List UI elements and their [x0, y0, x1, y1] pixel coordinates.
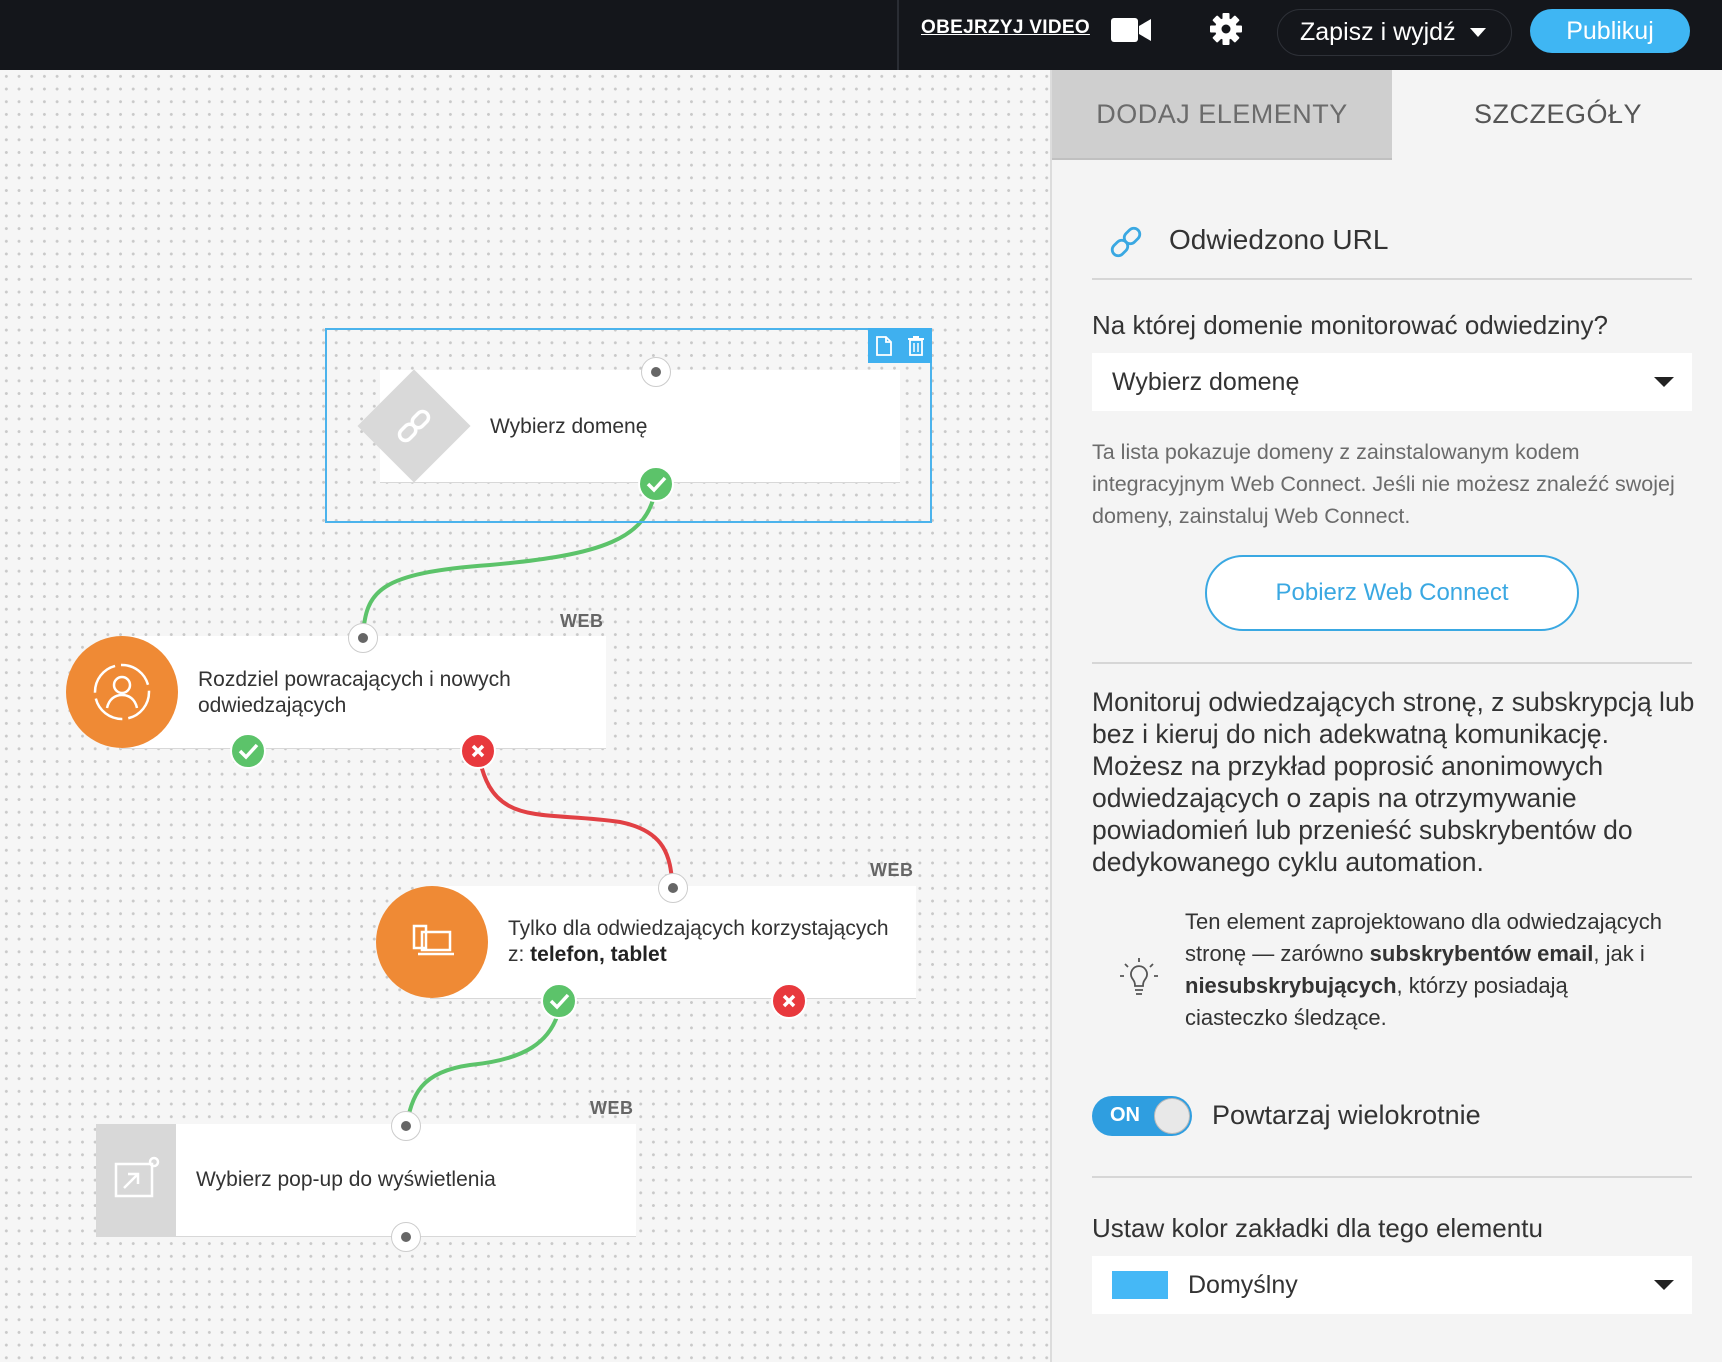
divider: [1092, 1176, 1692, 1178]
node-label-devices: telefon, tablet: [530, 943, 667, 966]
repeat-label: Powtarzaj wielokrotnie: [1212, 1100, 1481, 1130]
color-swatch: [1112, 1271, 1168, 1299]
lightbulb-icon: [1120, 958, 1158, 995]
domain-select[interactable]: Wybierz domenę: [1092, 353, 1692, 411]
domain-hint: Ta lista pokazuje domeny z zainstalowany…: [1092, 440, 1675, 528]
details-panel: DODAJ ELEMENTY SZCZEGÓŁY Odwiedzono URL …: [1050, 70, 1722, 1362]
node-label: Tylko dla odwiedzających korzystających …: [508, 916, 908, 968]
node-label: Wybierz domenę: [490, 415, 648, 438]
devices-icon: [376, 886, 488, 998]
failure-port-icon[interactable]: [771, 983, 807, 1019]
input-port[interactable]: [391, 1111, 421, 1141]
output-port[interactable]: [391, 1222, 421, 1252]
top-bar: OBEJRZYJ VIDEO Zapisz i wyjdź Publikuj: [0, 0, 1722, 70]
tab-details[interactable]: SZCZEGÓŁY: [1392, 70, 1722, 158]
chevron-down-icon: [1654, 377, 1674, 387]
save-and-exit-label: Zapisz i wyjdź: [1300, 18, 1456, 46]
trash-icon[interactable]: [900, 328, 932, 363]
domain-select-value: Wybierz domenę: [1112, 367, 1300, 396]
input-port[interactable]: [658, 873, 688, 903]
success-port-icon[interactable]: [230, 733, 266, 769]
success-port-icon[interactable]: [541, 983, 577, 1019]
link-diamond-icon: [357, 369, 471, 483]
tab-add-elements[interactable]: DODAJ ELEMENTY: [1052, 70, 1392, 158]
toggle-state: ON: [1110, 1104, 1140, 1126]
color-question: Ustaw kolor zakładki dla tego elementu: [1092, 1213, 1543, 1243]
panel-title: Odwiedzono URL: [1169, 224, 1389, 255]
node-label: Wybierz pop-up do wyświetlenia: [196, 1168, 496, 1191]
color-select[interactable]: Domyślny: [1092, 1256, 1692, 1314]
returning-visitor-icon: [66, 636, 178, 748]
failure-port-icon[interactable]: [460, 733, 496, 769]
repeat-toggle[interactable]: ON: [1092, 1096, 1192, 1136]
publish-button[interactable]: Publikuj: [1530, 9, 1690, 53]
input-port[interactable]: [348, 623, 378, 653]
color-select-value: Domyślny: [1188, 1270, 1298, 1299]
domain-question: Na której domenie monitorować odwiedziny…: [1092, 310, 1608, 340]
link-icon: [1110, 226, 1142, 258]
watch-video-link[interactable]: OBEJRZYJ VIDEO: [921, 17, 1090, 39]
workflow-canvas[interactable]: Wybierz domenę WEB Rozdziel powracającyc…: [0, 70, 1050, 1362]
chevron-down-icon: [1469, 28, 1486, 37]
duplicate-icon[interactable]: [868, 328, 900, 363]
element-description: Monitoruj odwiedzających stronę, z subsk…: [1092, 687, 1695, 877]
node-toolbar: [868, 328, 932, 363]
popup-icon: [96, 1124, 176, 1236]
input-port[interactable]: [641, 357, 671, 387]
tab-underline: [1052, 158, 1392, 160]
save-and-exit-dropdown[interactable]: Zapisz i wyjdź: [1277, 9, 1512, 56]
web-tag: WEB: [560, 611, 604, 631]
tip-bold: subskrybentów email: [1369, 941, 1594, 966]
node-label: Rozdziel powracających i nowych odwiedza…: [198, 668, 511, 717]
divider: [1092, 662, 1692, 664]
gear-icon[interactable]: [1209, 12, 1243, 46]
divider: [1092, 278, 1692, 280]
tip-bold: niesubskrybujących: [1185, 973, 1397, 998]
web-tag: WEB: [870, 860, 914, 880]
video-camera-icon[interactable]: [1111, 16, 1151, 44]
success-port-icon[interactable]: [638, 466, 674, 502]
web-tag: WEB: [590, 1098, 634, 1118]
tip-text: Ten element zaprojektowano dla odwiedzaj…: [1185, 906, 1665, 1034]
topbar-divider: [897, 0, 899, 70]
tip-part: , jak i: [1593, 941, 1645, 966]
download-webconnect-button[interactable]: Pobierz Web Connect: [1205, 555, 1579, 631]
chevron-down-icon: [1654, 1280, 1674, 1290]
toggle-knob: [1154, 1098, 1190, 1134]
